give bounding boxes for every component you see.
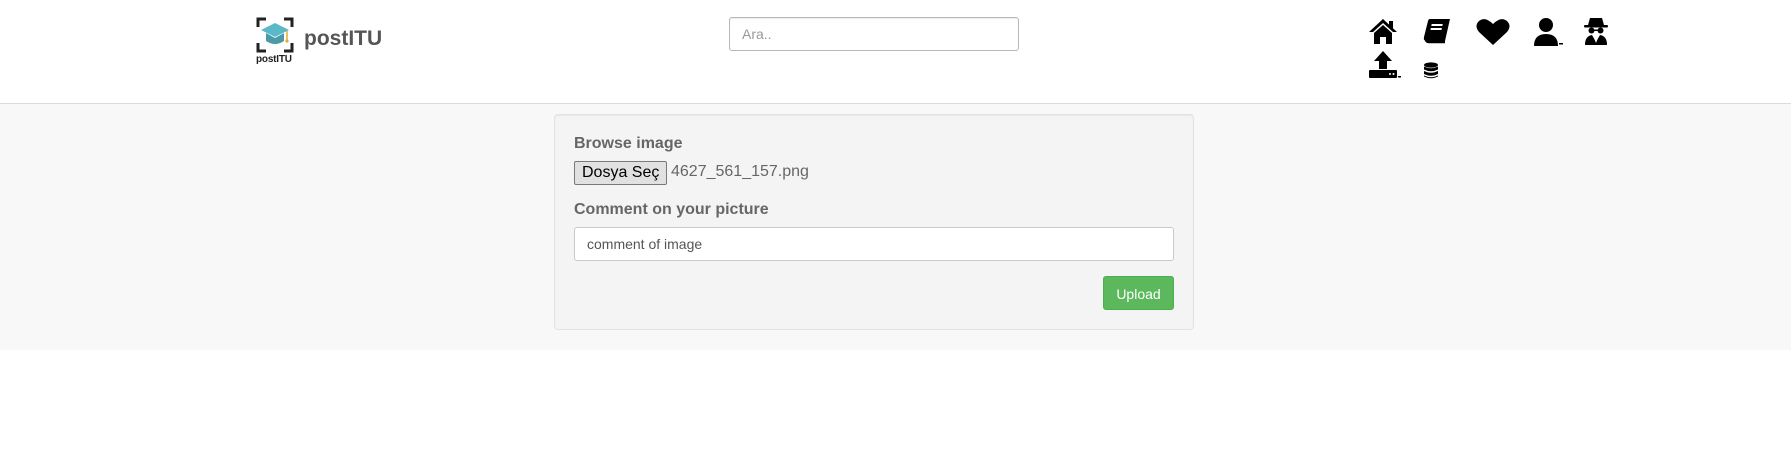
selected-file-name: 4627_561_157.png — [671, 163, 809, 180]
home-icon[interactable] — [1368, 18, 1398, 44]
database-icon[interactable] — [1423, 62, 1439, 79]
user-icon[interactable] — [1532, 17, 1566, 47]
graduation-cap-icon — [256, 17, 294, 53]
navbar: postITU postITU — [0, 0, 1791, 104]
upload-form: Browse image Dosya Seç 4627_561_157.png … — [554, 114, 1194, 330]
upload-button[interactable]: Upload — [1103, 276, 1174, 310]
brand-link[interactable]: postITU postITU — [256, 17, 382, 67]
content-area: Browse image Dosya Seç 4627_561_157.png … — [0, 104, 1791, 350]
comment-input[interactable] — [574, 227, 1174, 261]
logo-text: postITU — [256, 54, 292, 65]
logo: postITU — [256, 17, 294, 67]
spy-icon[interactable] — [1582, 16, 1610, 46]
upload-icon[interactable] — [1368, 50, 1402, 80]
choose-file-button[interactable]: Dosya Seç — [574, 161, 668, 185]
brand-name: postITU — [304, 27, 383, 50]
comment-label: Comment on your picture — [574, 201, 769, 218]
search-input[interactable] — [729, 17, 1019, 51]
book-icon[interactable] — [1422, 18, 1452, 46]
browse-image-label: Browse image — [574, 135, 683, 152]
heart-icon[interactable] — [1476, 18, 1510, 46]
